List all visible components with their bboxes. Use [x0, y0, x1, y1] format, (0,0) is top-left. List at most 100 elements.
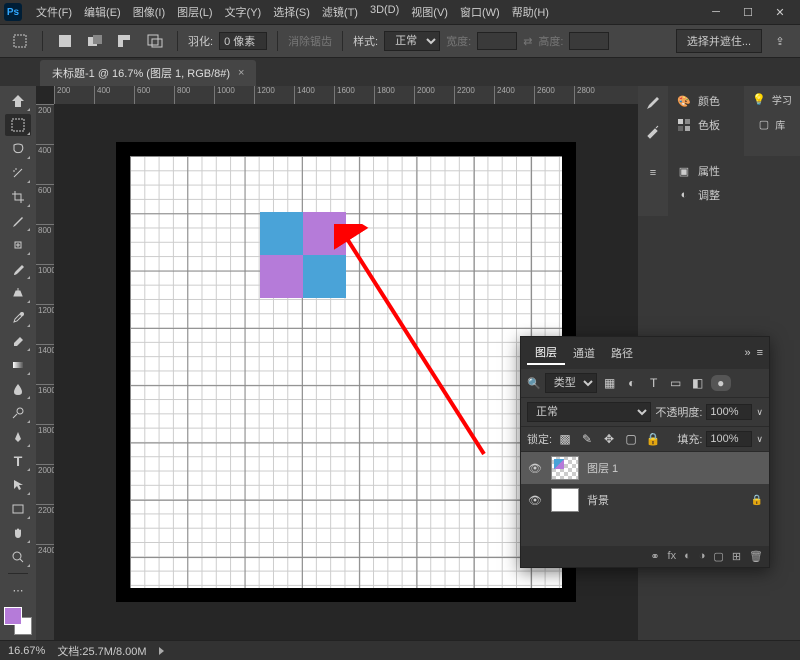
learn-panel-button[interactable]: 💡学习: [750, 90, 794, 109]
layer-thumbnail[interactable]: [551, 488, 579, 512]
selection-add-icon[interactable]: [83, 29, 107, 53]
adjustment-layer-icon[interactable]: ◑: [699, 550, 706, 563]
filter-adjust-icon[interactable]: ◐: [623, 375, 641, 391]
blend-mode-select[interactable]: 正常: [527, 402, 651, 422]
close-tab-icon[interactable]: ×: [238, 67, 244, 79]
new-group-icon[interactable]: ▢: [713, 550, 723, 563]
history-brush-tool[interactable]: [5, 306, 31, 328]
lock-position-icon[interactable]: ✥: [600, 431, 618, 447]
status-menu-icon[interactable]: [159, 647, 164, 655]
close-button[interactable]: ✕: [764, 0, 796, 24]
menu-file[interactable]: 文件(F): [30, 2, 78, 22]
hand-tool[interactable]: [5, 522, 31, 544]
rectangle-tool[interactable]: [5, 498, 31, 520]
menu-layer[interactable]: 图层(L): [171, 2, 218, 22]
crop-tool[interactable]: [5, 186, 31, 208]
panel-collapse-icon[interactable]: »: [744, 347, 750, 359]
layer-fx-icon[interactable]: fx: [668, 550, 677, 563]
minimize-button[interactable]: ─: [700, 0, 732, 24]
layer-name[interactable]: 背景: [587, 492, 609, 508]
edit-toolbar[interactable]: ⋯: [5, 579, 31, 601]
panel-strip-icon[interactable]: ≡: [642, 162, 664, 184]
lock-all-icon[interactable]: 🔒: [644, 431, 662, 447]
lock-transparency-icon[interactable]: ▩: [556, 431, 574, 447]
properties-panel-button[interactable]: ▣属性: [672, 160, 796, 182]
search-icon[interactable]: 🔍: [527, 377, 541, 390]
layer-name[interactable]: 图层 1: [587, 460, 618, 476]
tab-paths[interactable]: 路径: [603, 342, 641, 364]
eraser-tool[interactable]: [5, 330, 31, 352]
brush-tool[interactable]: [5, 258, 31, 280]
vertical-ruler[interactable]: 200400 600800 10001200 14001600 18002000…: [36, 104, 54, 640]
marquee-tool-preset[interactable]: [8, 29, 32, 53]
horizontal-ruler[interactable]: 200400 600800 10001200 14001600 18002000…: [54, 86, 638, 104]
layers-panel[interactable]: 图层 通道 路径 » ≡ 🔍 类型 ▦ ◐ T ▭ ◧ ● 正常 不透明度: ∨…: [520, 336, 770, 568]
path-select-tool[interactable]: [5, 474, 31, 496]
visibility-toggle-icon[interactable]: 👁: [527, 462, 543, 475]
color-panel-button[interactable]: 🎨颜色: [672, 90, 740, 112]
type-tool[interactable]: T: [5, 450, 31, 472]
selection-intersect-icon[interactable]: [143, 29, 167, 53]
layer-thumbnail[interactable]: [551, 456, 579, 480]
menu-help[interactable]: 帮助(H): [506, 2, 555, 22]
link-layers-icon[interactable]: ⚭: [650, 550, 659, 563]
style-select[interactable]: 正常: [384, 31, 440, 51]
document-tab[interactable]: 未标题-1 @ 16.7% (图层 1, RGB/8#) ×: [40, 60, 256, 86]
fill-input[interactable]: [706, 431, 752, 447]
select-and-mask-button[interactable]: 选择并遮住...: [676, 29, 762, 53]
tab-channels[interactable]: 通道: [565, 342, 603, 364]
lock-icon[interactable]: 🔒: [751, 495, 763, 506]
clone-stamp-tool[interactable]: [5, 282, 31, 304]
filter-type-select[interactable]: 类型: [545, 373, 597, 393]
lock-artboard-icon[interactable]: ▢: [622, 431, 640, 447]
layer-item[interactable]: 👁 图层 1: [521, 452, 769, 484]
filter-smart-icon[interactable]: ◧: [689, 375, 707, 391]
filter-toggle[interactable]: ●: [711, 375, 731, 391]
menu-select[interactable]: 选择(S): [267, 2, 316, 22]
selection-subtract-icon[interactable]: [113, 29, 137, 53]
zoom-level[interactable]: 16.67%: [8, 645, 45, 657]
canvas[interactable]: [116, 142, 576, 602]
doc-info[interactable]: 文档:25.7M/8.00M: [57, 643, 146, 659]
tab-layers[interactable]: 图层: [527, 341, 565, 365]
brush-settings-icon[interactable]: [642, 120, 664, 142]
menu-view[interactable]: 视图(V): [405, 2, 454, 22]
spot-heal-tool[interactable]: [5, 234, 31, 256]
layer-item[interactable]: 👁 背景 🔒: [521, 484, 769, 516]
menu-type[interactable]: 文字(Y): [219, 2, 268, 22]
swatches-panel-button[interactable]: 色板: [672, 114, 740, 136]
lock-paint-icon[interactable]: ✎: [578, 431, 596, 447]
menu-window[interactable]: 窗口(W): [454, 2, 506, 22]
gradient-tool[interactable]: [5, 354, 31, 376]
pen-tool[interactable]: [5, 426, 31, 448]
menu-3d[interactable]: 3D(D): [364, 2, 405, 22]
library-panel-button[interactable]: ▢库: [757, 115, 787, 134]
menu-edit[interactable]: 编辑(E): [78, 2, 127, 22]
color-swatches[interactable]: [4, 607, 32, 635]
zoom-tool[interactable]: [5, 546, 31, 568]
filter-shape-icon[interactable]: ▭: [667, 375, 685, 391]
opacity-input[interactable]: [706, 404, 752, 420]
filter-type-icon[interactable]: T: [645, 375, 663, 391]
move-tool[interactable]: [5, 90, 31, 112]
delete-layer-icon[interactable]: 🗑: [749, 550, 763, 563]
maximize-button[interactable]: ☐: [732, 0, 764, 24]
adjustments-panel-button[interactable]: ◐调整: [672, 184, 796, 206]
layer-mask-icon[interactable]: ◐: [684, 550, 691, 563]
eyedropper-tool[interactable]: [5, 210, 31, 232]
visibility-toggle-icon[interactable]: 👁: [527, 494, 543, 507]
menu-filter[interactable]: 滤镜(T): [316, 2, 364, 22]
lasso-tool[interactable]: [5, 138, 31, 160]
menu-image[interactable]: 图像(I): [127, 2, 171, 22]
magic-wand-tool[interactable]: [5, 162, 31, 184]
panel-menu-icon[interactable]: ≡: [757, 347, 763, 359]
marquee-tool[interactable]: [5, 114, 31, 136]
share-icon[interactable]: ⇪: [768, 29, 792, 53]
feather-input[interactable]: [219, 32, 267, 50]
dodge-tool[interactable]: [5, 402, 31, 424]
filter-pixel-icon[interactable]: ▦: [601, 375, 619, 391]
blur-tool[interactable]: [5, 378, 31, 400]
new-layer-icon[interactable]: ⊞: [732, 550, 741, 563]
selection-new-icon[interactable]: [53, 29, 77, 53]
foreground-color-swatch[interactable]: [4, 607, 22, 625]
